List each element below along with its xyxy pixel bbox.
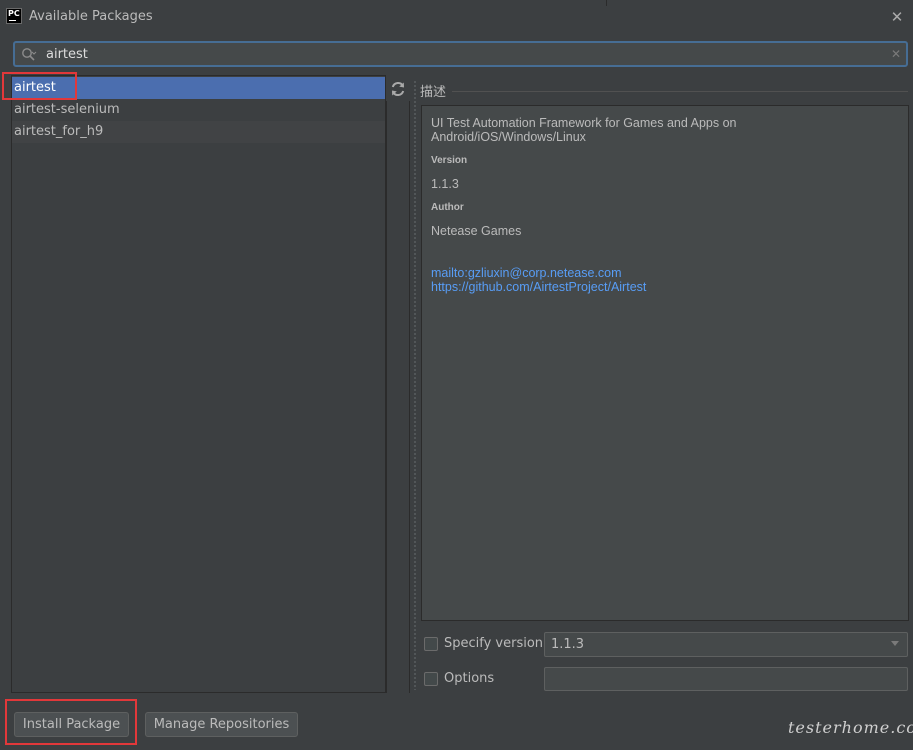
github-link[interactable]: https://github.com/AirtestProject/Airtes…: [431, 280, 646, 294]
version-select-value: 1.1.3: [551, 637, 585, 652]
specify-version-label[interactable]: Specify version: [444, 636, 543, 651]
options-input[interactable]: [544, 667, 908, 691]
author-value: Netease Games: [431, 224, 522, 238]
search-box[interactable]: ✕: [13, 41, 908, 67]
watermark: testerhome.com: [788, 718, 913, 737]
search-icon[interactable]: [21, 47, 37, 63]
search-input[interactable]: [46, 45, 866, 63]
description-divider: [452, 91, 908, 92]
window-title: Available Packages: [29, 9, 153, 24]
refresh-icon[interactable]: [388, 79, 408, 99]
app-icon-label: PC: [8, 9, 20, 18]
version-select[interactable]: 1.1.3: [544, 632, 908, 657]
package-list[interactable]: airtest airtest-selenium airtest_for_h9: [11, 75, 386, 693]
selection-highlight-box: [2, 72, 77, 100]
description-panel: UI Test Automation Framework for Games a…: [421, 105, 909, 621]
mailto-link[interactable]: mailto:gzliuxin@corp.netease.com: [431, 266, 622, 280]
specify-version-checkbox[interactable]: [424, 637, 438, 651]
manage-repositories-button[interactable]: Manage Repositories: [145, 712, 298, 737]
options-label[interactable]: Options: [444, 671, 494, 686]
list-item[interactable]: airtest_for_h9: [12, 121, 385, 143]
clear-icon[interactable]: ✕: [889, 45, 903, 61]
description-header: 描述: [420, 85, 447, 100]
author-label: Author: [431, 202, 464, 213]
install-highlight-box: [5, 699, 137, 745]
splitter-handle[interactable]: [413, 80, 418, 690]
app-icon: PC: [6, 8, 22, 24]
version-label: Version: [431, 155, 468, 166]
list-scrollbar[interactable]: [386, 101, 410, 693]
options-checkbox[interactable]: [424, 672, 438, 686]
version-value: 1.1.3: [431, 177, 459, 191]
title-divider: [606, 0, 607, 6]
list-item[interactable]: airtest-selenium: [12, 99, 385, 121]
package-summary: UI Test Automation Framework for Games a…: [431, 116, 737, 144]
close-icon[interactable]: ✕: [889, 9, 905, 25]
chevron-down-icon[interactable]: [891, 641, 899, 646]
